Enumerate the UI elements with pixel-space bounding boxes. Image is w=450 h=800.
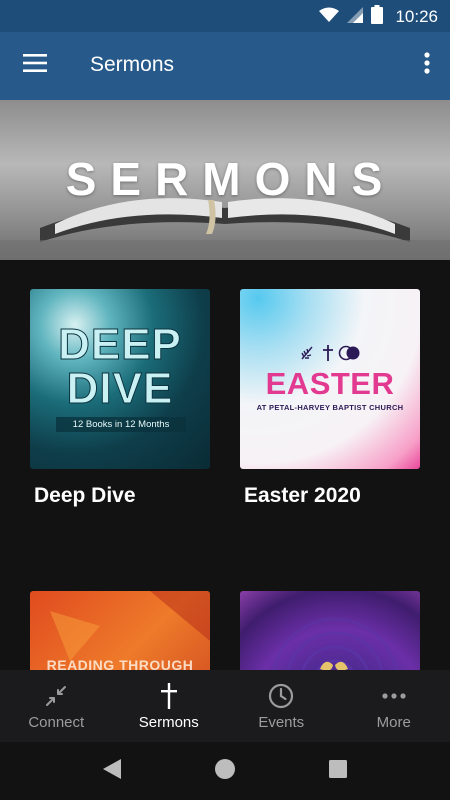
more-dots-icon — [380, 682, 408, 710]
system-navigation-bar — [0, 742, 450, 800]
bottom-navigation: Connect Sermons Events More — [0, 670, 450, 742]
system-recents-button[interactable] — [326, 759, 350, 783]
thumbnail-title: DEEP DIVE — [58, 320, 182, 413]
sermon-thumbnail[interactable] — [240, 591, 420, 670]
thumbnail-subtitle-box: 12 Books in 12 Months — [56, 417, 186, 432]
sermon-card-deep-dive[interactable]: DEEP DIVE 12 Books in 12 Months Deep Div… — [30, 289, 210, 508]
thumbnail-title: READING THROUGH THE — [46, 657, 194, 670]
nav-more[interactable]: More — [338, 670, 450, 742]
sermon-title[interactable]: Deep Dive — [30, 484, 210, 508]
system-back-button[interactable] — [100, 758, 124, 785]
sermon-card-reading[interactable]: READING THROUGH THE — [30, 591, 210, 670]
sermon-card-purple[interactable] — [240, 591, 420, 670]
wifi-icon — [319, 7, 340, 28]
status-bar: 10:26 — [0, 0, 450, 32]
nav-connect[interactable]: Connect — [0, 670, 113, 742]
thumbnail-title: EASTER — [265, 366, 395, 401]
sermon-thumbnail[interactable]: EASTER AT PETAL-HARVEY BAPTIST CHURCH — [240, 289, 420, 469]
battery-icon — [371, 5, 384, 29]
vertical-dots-icon — [424, 51, 430, 79]
app-screen: 10:26 Sermons SERMONS DEEP DIVE 12 Books… — [0, 0, 450, 800]
sermon-grid[interactable]: DEEP DIVE 12 Books in 12 Months Deep Div… — [0, 260, 450, 670]
menu-button[interactable] — [14, 44, 56, 86]
hamburger-icon — [23, 53, 47, 77]
app-bar: Sermons — [0, 32, 450, 100]
sermon-thumbnail[interactable]: DEEP DIVE 12 Books in 12 Months — [30, 289, 210, 469]
nav-label: More — [376, 714, 411, 731]
thumbnail-art — [272, 617, 398, 670]
hero-banner: SERMONS — [0, 100, 450, 260]
sermon-title[interactable]: Easter 2020 — [240, 484, 420, 508]
cell-signal-icon — [347, 6, 364, 28]
connect-icon — [42, 682, 70, 710]
easter-symbols-icon — [301, 345, 360, 361]
overflow-menu-button[interactable] — [414, 44, 440, 86]
thumbnail-subtitle: AT PETAL-HARVEY BAPTIST CHURCH — [256, 403, 404, 412]
home-circle-icon — [214, 758, 236, 785]
nav-sermons[interactable]: Sermons — [113, 670, 226, 742]
thumbnail-subtitle: 12 Books in 12 Months — [72, 419, 170, 430]
cross-icon — [155, 682, 183, 710]
recents-square-icon — [328, 759, 348, 784]
nav-label: Events — [258, 714, 305, 731]
nav-events[interactable]: Events — [225, 670, 338, 742]
status-icons: 10:26 — [319, 5, 438, 29]
status-time: 10:26 — [395, 7, 438, 26]
sermon-thumbnail[interactable]: READING THROUGH THE — [30, 591, 210, 670]
sermon-card-easter-2020[interactable]: EASTER AT PETAL-HARVEY BAPTIST CHURCH Ea… — [240, 289, 420, 508]
nav-label: Connect — [28, 714, 85, 731]
back-triangle-icon — [102, 758, 122, 785]
clock-icon — [267, 682, 295, 710]
hero-title: SERMONS — [65, 153, 397, 205]
nav-label: Sermons — [138, 714, 199, 731]
system-home-button[interactable] — [213, 758, 237, 785]
page-title: Sermons — [90, 53, 175, 76]
